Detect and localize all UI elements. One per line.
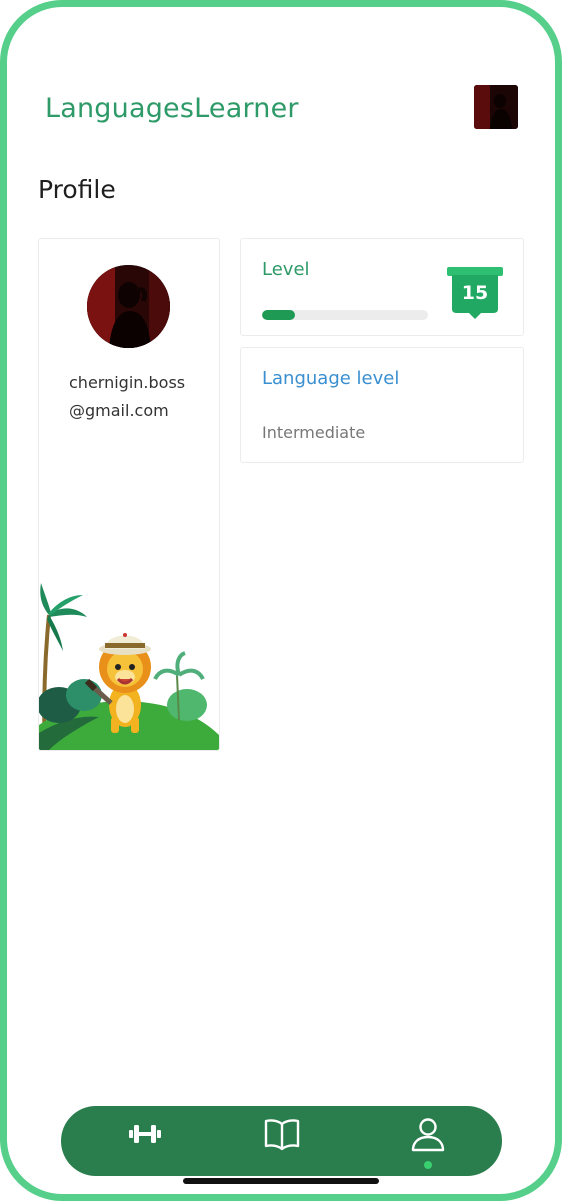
level-progress-fill <box>262 310 296 320</box>
level-card: Level 15 <box>240 238 524 336</box>
profile-card: chernigin.boss @gmail.com <box>38 238 220 751</box>
level-progress-bar <box>262 310 428 320</box>
tab-profile[interactable] <box>368 1106 488 1176</box>
profile-avatar <box>87 265 170 348</box>
level-badge: 15 <box>447 265 503 321</box>
language-level-value: Intermediate <box>262 423 366 442</box>
level-number: 15 <box>461 282 489 304</box>
tab-library[interactable] <box>221 1106 341 1176</box>
header-avatar[interactable] <box>474 85 518 129</box>
phone-frame: LanguagesLearner Profile chernigin.boss … <box>0 0 562 1201</box>
active-tab-indicator <box>424 1161 432 1169</box>
home-indicator <box>183 1178 379 1184</box>
book-icon <box>264 1119 300 1151</box>
user-icon <box>411 1118 445 1152</box>
tab-workouts[interactable] <box>85 1106 205 1176</box>
app-title: LanguagesLearner <box>45 93 299 124</box>
email-line-1: chernigin.boss <box>69 373 186 392</box>
bottom-tab-bar <box>61 1106 502 1176</box>
page-title: Profile <box>38 175 116 204</box>
email-line-2: @gmail.com <box>69 401 169 420</box>
language-level-card[interactable]: Language level Intermediate <box>240 347 524 463</box>
level-title: Level <box>262 259 310 280</box>
jungle-lion-illustration <box>39 583 219 750</box>
dumbbell-icon <box>129 1125 161 1143</box>
user-email: chernigin.boss @gmail.com <box>69 369 209 425</box>
language-level-title[interactable]: Language level <box>262 368 399 389</box>
